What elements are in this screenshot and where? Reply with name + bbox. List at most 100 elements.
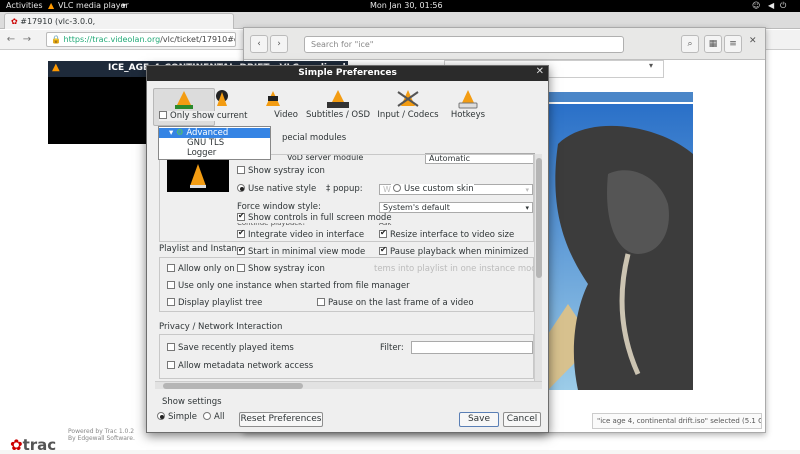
interface-preview [167, 160, 229, 192]
cat-input-codecs[interactable]: Input / Codecs [375, 88, 441, 126]
url-host: https://trac.videolan.org [63, 35, 161, 44]
one-instance-fm-checkbox[interactable] [167, 281, 175, 289]
search-icon[interactable]: ⌕ [681, 35, 699, 53]
dropdown-item-advanced[interactable]: ▾ ⚙ Advanced [159, 128, 270, 138]
close-icon[interactable]: ✕ [536, 66, 544, 77]
back-icon[interactable]: ← [4, 33, 18, 47]
address-field[interactable]: 🔒 https://trac.videolan.org/vlc/ticket/1… [46, 32, 236, 47]
show-systray[interactable]: Show systray icon [237, 166, 325, 176]
tab-title: #17910 (vlc-3.0.0, [20, 17, 96, 26]
save-recent[interactable]: Save recently played items [167, 343, 294, 353]
pause-last-frame-checkbox[interactable] [317, 298, 325, 306]
save-button[interactable]: Save [459, 412, 499, 427]
clock[interactable]: Mon Jan 30, 01:56 [370, 1, 443, 10]
allow-only-one[interactable]: Allow only on [167, 264, 235, 274]
integrate-video-checkbox[interactable] [237, 228, 245, 238]
simple-preferences-dialog: Simple Preferences ✕ Video Subtitles / O… [146, 65, 549, 433]
back-icon[interactable]: ‹ [250, 35, 268, 53]
special-modules-label: pecial modules [282, 133, 347, 143]
pause-minimized-checkbox[interactable] [379, 245, 387, 255]
metadata-access[interactable]: Allow metadata network access [167, 361, 313, 371]
scrollbar-thumb[interactable] [163, 383, 303, 389]
filter-input[interactable] [411, 341, 533, 354]
power-icon[interactable]: ⏻ [780, 1, 786, 11]
dropdown-item-gnutls[interactable]: GNU TLS [159, 138, 270, 148]
custom-skin[interactable]: Use custom skin [391, 184, 474, 194]
vlc-cone-icon: ▲ [48, 1, 55, 10]
close-icon[interactable]: ✕ [749, 36, 757, 46]
dropdown-item-logger[interactable]: Logger [159, 148, 270, 158]
resize-interface-checkbox[interactable] [379, 228, 387, 238]
filter-label: Filter: [380, 343, 404, 353]
mammoth-video-image [548, 104, 693, 390]
reset-preferences-button[interactable]: Reset Preferences [239, 412, 323, 427]
enqueue-label: tems into playlist in one instance mod [374, 264, 537, 274]
show-controls[interactable]: Show controls in full screen mode [237, 211, 395, 223]
systray-duplicate[interactable]: Show systray icon [237, 264, 325, 274]
cat-subtitles-osd[interactable]: Subtitles / OSD [303, 88, 373, 126]
show-controls-checkbox[interactable] [237, 211, 245, 221]
privacy-group-label: Privacy / Network Interaction [159, 322, 283, 332]
vlc-video-output[interactable] [48, 77, 154, 144]
cat-hotkeys[interactable]: Hotkeys [437, 88, 499, 126]
all-radio[interactable] [203, 412, 211, 420]
search-input[interactable]: Search for "ice" [304, 36, 624, 53]
display-playlist-tree[interactable]: Display playlist tree [167, 298, 262, 308]
trac-favicon-icon: ✿ [11, 17, 18, 26]
activities-button[interactable]: Activities [6, 1, 43, 10]
chevron-down-icon[interactable]: ▾ [644, 61, 658, 77]
pause-last-frame[interactable]: Pause on the last frame of a video [317, 298, 474, 308]
menu-icon[interactable]: ≡ [724, 35, 742, 53]
video-frame [548, 104, 693, 390]
scrollbar-thumb[interactable] [536, 158, 542, 278]
video-icon [266, 91, 280, 106]
pause-minimized[interactable]: Pause playback when minimized [379, 245, 528, 257]
resize-interface[interactable]: Resize interface to video size [379, 228, 514, 240]
show-systray-checkbox[interactable] [237, 166, 245, 174]
grid-view-icon[interactable]: ▦ [704, 35, 722, 53]
custom-skin-radio[interactable] [393, 184, 401, 192]
url-path: /vlc/ticket/17910#comment:15 [160, 35, 235, 44]
trac-logo[interactable]: ✿trac [10, 436, 56, 454]
integrate-video[interactable]: Integrate video in interface [237, 228, 364, 240]
selected-row[interactable] [547, 92, 693, 102]
display-playlist-tree-checkbox[interactable] [167, 298, 175, 306]
one-instance-fm[interactable]: Use only one instance when started from … [167, 281, 410, 291]
allow-only-one-checkbox[interactable] [167, 264, 175, 272]
only-show-current-checkbox[interactable] [159, 111, 167, 119]
popup-label: ‡ popup: [326, 184, 363, 194]
horizontal-scrollbar[interactable] [155, 381, 542, 389]
forward-icon[interactable]: → [20, 33, 34, 47]
search-input-text: Search for "ice" [311, 40, 374, 49]
start-minimal[interactable]: Start in minimal view mode [237, 245, 369, 257]
chevron-down-icon: ▾ [525, 204, 529, 212]
all-option[interactable]: All [203, 412, 225, 422]
metadata-access-checkbox[interactable] [167, 361, 175, 369]
simple-radio[interactable] [157, 412, 165, 420]
dialog-titlebar[interactable]: Simple Preferences [147, 66, 548, 81]
module-dropdown-list[interactable]: ▾ ⚙ Advanced GNU TLS Logger [158, 126, 271, 160]
native-style[interactable]: Use native style [237, 184, 316, 194]
start-minimal-checkbox[interactable] [237, 245, 245, 255]
forward-icon[interactable]: › [270, 35, 288, 53]
only-show-current[interactable]: Only show current [159, 111, 252, 121]
vertical-scrollbar[interactable] [534, 154, 542, 381]
subtitles-icon [327, 90, 349, 108]
volume-icon[interactable]: ◀ [768, 1, 774, 10]
simple-option[interactable]: Simple [157, 412, 197, 422]
lock-icon: 🔒 [51, 35, 61, 44]
vlc-cone-icon [190, 164, 206, 188]
files-header: ‹ › Search for "ice" ⌕ ▦ ≡ ✕ [244, 28, 765, 60]
systray-duplicate-checkbox[interactable] [237, 264, 245, 272]
accessibility-icon[interactable]: ☺ [752, 1, 760, 10]
trac-paw-icon: ✿ [10, 436, 23, 454]
window-style-select[interactable]: System's default ▾ [379, 202, 533, 213]
force-window-style-label: Force window style: [237, 202, 321, 212]
app-menu[interactable]: VLC media player [58, 1, 129, 10]
app-menu-chevron-icon[interactable]: ▾ [122, 1, 126, 10]
native-style-radio[interactable] [237, 184, 245, 192]
tab-trac-ticket[interactable]: ✿ #17910 (vlc-3.0.0, [4, 13, 234, 29]
save-recent-checkbox[interactable] [167, 343, 175, 351]
gnome-top-bar: Activities ▲ VLC media player ▾ Mon Jan … [0, 0, 800, 12]
cancel-button[interactable]: Cancel [503, 412, 541, 427]
